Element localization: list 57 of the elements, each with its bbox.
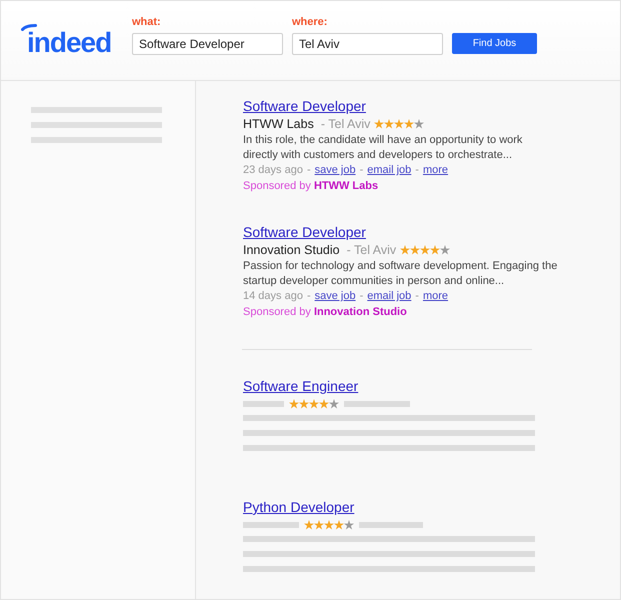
separator-dash: - [415, 289, 419, 304]
job-location: - Tel Aviv [320, 116, 370, 132]
logo-arc-icon [21, 24, 37, 31]
star-icon [404, 119, 414, 129]
star-icon [394, 119, 404, 129]
field-label: where: [292, 15, 328, 29]
job-action-link[interactable]: save job [314, 289, 356, 304]
star-icon [289, 399, 299, 409]
job-action-link[interactable]: email job [367, 163, 412, 178]
star-icon [414, 119, 424, 129]
job-action-link[interactable]: email job [367, 289, 412, 304]
star-icon [420, 245, 430, 255]
sponsored-label: Sponsored by HTWW Labs [243, 179, 378, 194]
company-name: Innovation Studio [243, 242, 340, 258]
placeholder-bar [344, 401, 410, 407]
star-icon [374, 119, 384, 129]
star-icon [329, 399, 339, 409]
separator-dash: - [360, 289, 364, 304]
star-icon [344, 520, 354, 530]
star-icon [314, 520, 324, 530]
star-icon [440, 245, 450, 255]
job-description: Passion for technology and software development. Engaging the startup developer communities in person and online... [243, 259, 558, 289]
company-name: HTWW Labs [243, 116, 314, 132]
job-description: In this role, the candidate will have an opportunity to work directly with customers and developers to orchestrate... [243, 133, 524, 163]
find-jobs-button[interactable]: Find Jobs [452, 33, 537, 54]
separator-dash: - [360, 163, 364, 178]
placeholder-bar [243, 401, 284, 407]
job-title-link[interactable]: Software Developer [243, 97, 366, 115]
separator-dash: - [306, 163, 311, 178]
posted-age: 23 days ago [243, 163, 303, 178]
star-icon [430, 245, 440, 255]
sponsored-label: Sponsored by Innovation Studio [243, 305, 407, 320]
placeholder-bar [243, 522, 299, 528]
star-icon [410, 245, 420, 255]
placeholder-bar [359, 522, 423, 528]
logo-wordmark: indeed [27, 32, 112, 54]
job-location: - Tel Aviv [346, 242, 396, 258]
job-title-link[interactable]: Software Engineer [243, 377, 358, 395]
star-icon [309, 399, 319, 409]
separator-dash: - [306, 289, 311, 304]
job-action-link[interactable]: save job [314, 163, 356, 178]
separator-dash: - [415, 163, 419, 178]
job-action-link[interactable]: more [422, 163, 448, 178]
star-icon [384, 119, 394, 129]
star-icon [299, 399, 309, 409]
job-title-link[interactable]: Software Developer [243, 223, 366, 241]
search-field[interactable]: Tel Aviv [292, 33, 443, 55]
star-icon [334, 520, 344, 530]
star-icon [319, 399, 329, 409]
star-icon [324, 520, 334, 530]
star-icon [400, 245, 410, 255]
star-icon [304, 520, 314, 530]
field-label: what: [132, 15, 161, 29]
job-action-link[interactable]: more [422, 289, 448, 304]
search-field[interactable]: Software Developer [132, 33, 283, 55]
job-title-link[interactable]: Python Developer [243, 498, 354, 516]
posted-age: 14 days ago [243, 289, 303, 304]
